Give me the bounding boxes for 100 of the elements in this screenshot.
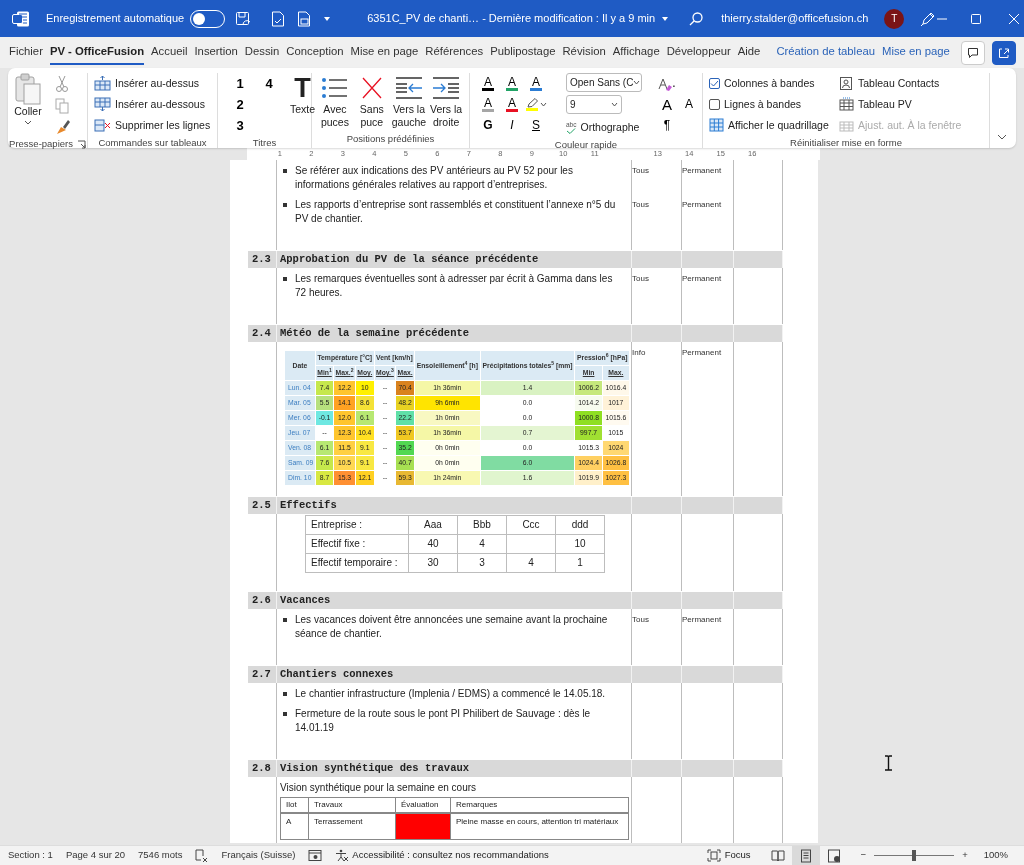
font-color-button[interactable]: A <box>524 73 548 94</box>
bullet-position-button[interactable]: Vers la droite <box>429 73 463 130</box>
group-label: Réinitialiser mise en forme <box>790 136 902 150</box>
autosave-label: Enregistrement automatique <box>46 11 185 27</box>
table-cell: Entreprise : <box>305 515 409 535</box>
font-color-button[interactable]: A <box>500 73 524 94</box>
table-command-button[interactable]: Insérer au-dessus <box>94 73 211 94</box>
ribbon-tab[interactable]: PV - OfficeFusion <box>49 40 145 65</box>
text-style-button[interactable]: S <box>524 115 548 136</box>
bullet-text: Le chantier infrastructure (Implenia / EDMS) a commencé le 14.05.18. <box>295 687 606 701</box>
ribbon-tab[interactable]: Dessin <box>244 40 280 65</box>
section-heading: Chantiers connexes <box>280 668 394 680</box>
table-header: Travaux <box>308 797 396 813</box>
table-style-button[interactable]: Tableau Contacts <box>839 73 979 94</box>
heading-level-button[interactable]: 1 <box>232 73 248 94</box>
bullet-position-button[interactable]: Sans puce <box>354 73 389 130</box>
table-command-button[interactable]: Insérer au-dessous <box>94 94 211 115</box>
table-style-button[interactable]: Afficher le quadrillage <box>709 115 839 136</box>
deadline-text: Permanent <box>682 274 722 283</box>
bullet-text: Les remarques éventuelles sont à adresser par écrit à Gamma dans les 72 heures. <box>295 272 614 300</box>
section-heading: Vacances <box>280 594 331 606</box>
table-cell: Effectif fixe : <box>305 534 409 554</box>
heading-level-button[interactable]: 4 <box>261 73 277 94</box>
group-label: Positions prédéfinies <box>346 132 435 146</box>
deadline-text: Permanent <box>682 348 722 357</box>
table-cell: Effectif temporaire : <box>305 553 409 573</box>
ribbon-tab[interactable]: Développeur <box>666 40 731 65</box>
font-color-button[interactable]: A <box>476 73 500 94</box>
table-cell: 3 <box>457 553 507 573</box>
group-label: Titres <box>252 136 277 150</box>
table-cell: A <box>280 813 309 839</box>
heading-level-button[interactable]: 3 <box>232 115 248 136</box>
responsible-text: Tous <box>632 200 649 209</box>
grow-font-button[interactable]: A <box>655 94 679 115</box>
status-language[interactable]: Français (Suisse) <box>221 848 296 863</box>
ribbon-tab[interactable]: Création de tableau <box>776 40 875 65</box>
table-cell: ddd <box>555 515 605 535</box>
paste-button[interactable]: Coller <box>14 73 42 137</box>
ribbon-tab[interactable]: Publipostage <box>490 40 556 65</box>
ribbon-tab[interactable]: Mise en page <box>350 40 419 65</box>
ribbon-tab[interactable]: Révision <box>562 40 606 65</box>
clear-formatting-button[interactable]: . <box>655 73 679 94</box>
table-cell: Aaa <box>408 515 458 535</box>
checkbox-option[interactable]: Colonnes à bandes <box>709 73 839 94</box>
table-cell: Pleine masse en cours, attention tri matériaux <box>450 813 629 839</box>
zoom-percent[interactable]: 100% <box>983 848 1008 863</box>
table-caption: Vision synthétique pour la semaine en cours <box>279 781 478 795</box>
user-avatar[interactable]: T <box>884 8 905 29</box>
responsible-text: Tous <box>632 615 649 624</box>
ribbon-tab[interactable]: Références <box>425 40 484 65</box>
section-heading: Effectifs <box>280 499 337 511</box>
shrink-font-button[interactable]: A <box>677 94 701 115</box>
table-command-button[interactable]: Supprimer les lignes <box>94 115 211 136</box>
text-style-button[interactable]: T Texte <box>290 73 316 136</box>
deadline-text: Permanent <box>682 166 722 175</box>
section-heading: Vision synthétique des travaux <box>280 762 470 774</box>
table-header: Remarques <box>450 797 629 813</box>
font-size-dropdown[interactable]: 9 <box>566 95 622 114</box>
font-color-button[interactable]: A <box>476 94 500 115</box>
font-name-dropdown[interactable]: Open Sans (C <box>566 73 642 92</box>
account-email[interactable]: thierry.stalder@officefusion.ch <box>721 10 869 27</box>
document-title[interactable]: 6351C_PV de chanti… - Dernière modification : Il y a 9 min <box>367 10 656 27</box>
ribbon-tab[interactable]: Conception <box>286 40 344 65</box>
font-color-button[interactable]: A <box>500 94 524 115</box>
ribbon-tab[interactable]: Aide <box>737 40 761 65</box>
ribbon-tab[interactable]: Affichage <box>612 40 660 65</box>
ribbon-tab[interactable]: Insertion <box>194 40 238 65</box>
table-cell: 4 <box>457 534 507 554</box>
section-heading: Approbation du PV de la séance précédente <box>280 253 539 265</box>
bullet-text: Les vacances doivent être annoncées une semaine avant la prochaine séance de chantier. <box>295 613 609 641</box>
ribbon-tab[interactable]: Fichier <box>9 40 43 65</box>
bullet-position-button[interactable]: Avec puces <box>318 73 352 130</box>
status-word-count[interactable]: 7546 mots <box>138 848 183 863</box>
accessibility-button[interactable]: Accessibilité : consultez nos recommandations <box>335 845 549 865</box>
zoom-out-button[interactable]: − <box>860 848 867 863</box>
text-style-button[interactable]: G <box>476 115 500 136</box>
status-page[interactable]: Page 4 sur 20 <box>65 848 126 863</box>
status-section[interactable]: Section : 1 <box>8 848 53 863</box>
bullet-text: Les rapports d’entreprise sont rassemblés et constituent l’annexe n°5 du PV de chantier. <box>295 198 617 226</box>
bullet-text: Se référer aux indications des PV antérieurs au PV 52 pour les informations générales relatives au rapport d’entreprises. <box>295 164 574 192</box>
focus-button[interactable]: Focus <box>706 845 751 865</box>
group-label: Couleur rapide <box>554 138 618 151</box>
table-style-button[interactable]: Tableau PV <box>839 94 979 115</box>
ribbon-tab[interactable]: Accueil <box>151 40 188 65</box>
section-number: 2.5 <box>252 499 271 511</box>
pilcrow-button[interactable]: ¶ <box>655 115 679 136</box>
section-number: 2.3 <box>252 253 271 265</box>
section-number: 2.6 <box>252 594 271 606</box>
checkbox-option[interactable]: Lignes à bandes <box>709 94 839 115</box>
ribbon-tab[interactable]: Mise en page <box>882 40 950 65</box>
text-style-button[interactable]: I <box>500 115 524 136</box>
heading-level-button[interactable]: 2 <box>232 94 248 115</box>
table-cell: 10 <box>555 534 605 554</box>
group-label: Presse-papiers <box>9 137 73 151</box>
bullet-position-button[interactable]: Vers la gauche <box>391 73 427 130</box>
table-cell: Bbb <box>457 515 507 535</box>
table-header: Ilot <box>280 797 309 813</box>
table-cell: Ccc <box>506 515 556 535</box>
table-cell: 4 <box>506 553 556 573</box>
zoom-in-button[interactable]: + <box>962 848 968 863</box>
